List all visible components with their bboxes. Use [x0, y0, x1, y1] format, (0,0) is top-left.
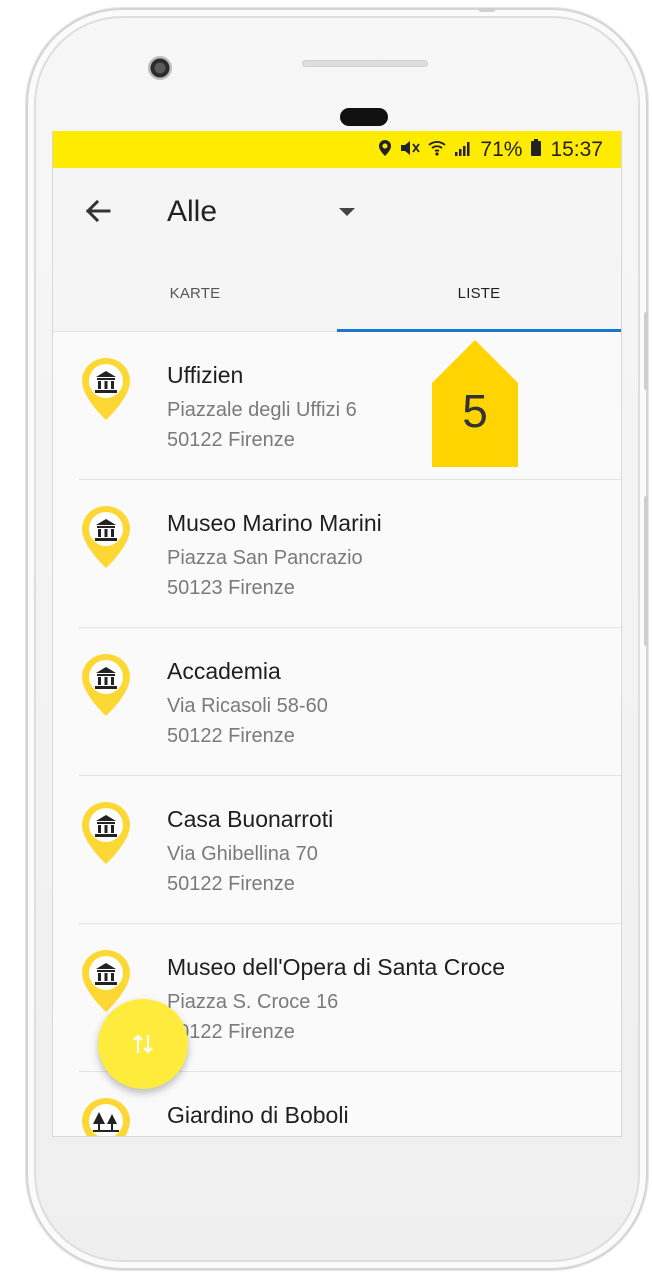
- place-street: Piazza San Pancrazio: [167, 547, 363, 569]
- place-name: Uffizien: [167, 362, 244, 388]
- clock: 15:37: [550, 137, 603, 161]
- tab-liste[interactable]: LISTE: [337, 260, 621, 332]
- volume-button: [644, 312, 648, 390]
- place-name: Giardino di Boboli: [167, 1102, 349, 1128]
- earpiece-speaker: [302, 60, 428, 67]
- list-item[interactable]: Casa Buonarroti Via Ghibellina 70 50122 …: [53, 776, 621, 924]
- place-city: 50122 Firenze: [167, 429, 295, 451]
- place-city: 50122 Firenze: [167, 725, 295, 747]
- sort-button[interactable]: [98, 999, 188, 1089]
- proximity-sensor: [340, 108, 388, 126]
- museum-icon: [82, 358, 130, 420]
- top-button: [479, 8, 495, 12]
- filter-title[interactable]: Alle: [167, 195, 217, 229]
- place-street: Piazzale degli Uffizi 6: [167, 399, 357, 421]
- annotation-number: 5: [462, 385, 488, 437]
- screen: 71% 15:37 Alle KARTE LISTE Uffizien Piaz…: [52, 131, 622, 1137]
- place-street: Via Ghibellina 70: [167, 843, 318, 865]
- place-name: Accademia: [167, 658, 281, 684]
- list-item[interactable]: Museo Marino Marini Piazza San Pancrazio…: [53, 480, 621, 628]
- app-bar: Alle KARTE LISTE: [53, 168, 621, 332]
- signal-icon: [454, 139, 472, 160]
- place-city: 50122 Firenze: [167, 873, 295, 895]
- park-icon: [82, 1098, 130, 1136]
- place-city: 50123 Firenze: [167, 577, 295, 599]
- battery-icon: [530, 139, 542, 160]
- place-street: Via Ricasoli 58-60: [167, 695, 328, 717]
- place-name: Museo Marino Marini: [167, 510, 382, 536]
- list-item[interactable]: Accademia Via Ricasoli 58-60 50122 Firen…: [53, 628, 621, 776]
- place-name: Museo dell'Opera di Santa Croce: [167, 954, 506, 980]
- place-name: Casa Buonarroti: [167, 806, 334, 832]
- mute-icon: [400, 139, 421, 160]
- location-icon: [378, 139, 392, 160]
- tab-bar: KARTE LISTE: [53, 260, 621, 332]
- power-button: [644, 496, 648, 646]
- sort-icon: [133, 1034, 153, 1054]
- dropdown-arrow-icon[interactable]: [339, 208, 355, 216]
- museum-icon: [82, 802, 130, 864]
- list-item[interactable]: Uffizien Piazzale degli Uffizi 6 50122 F…: [53, 332, 621, 480]
- battery-percent: 71%: [480, 137, 523, 161]
- wifi-icon: [428, 139, 447, 160]
- place-street: Piazza S. Croce 16: [167, 991, 339, 1013]
- status-bar: 71% 15:37: [53, 131, 621, 168]
- tab-karte[interactable]: KARTE: [53, 260, 337, 332]
- museum-icon: [82, 506, 130, 568]
- museum-icon: [82, 654, 130, 716]
- front-camera: [148, 56, 172, 80]
- arrow-left-icon[interactable]: [81, 194, 115, 228]
